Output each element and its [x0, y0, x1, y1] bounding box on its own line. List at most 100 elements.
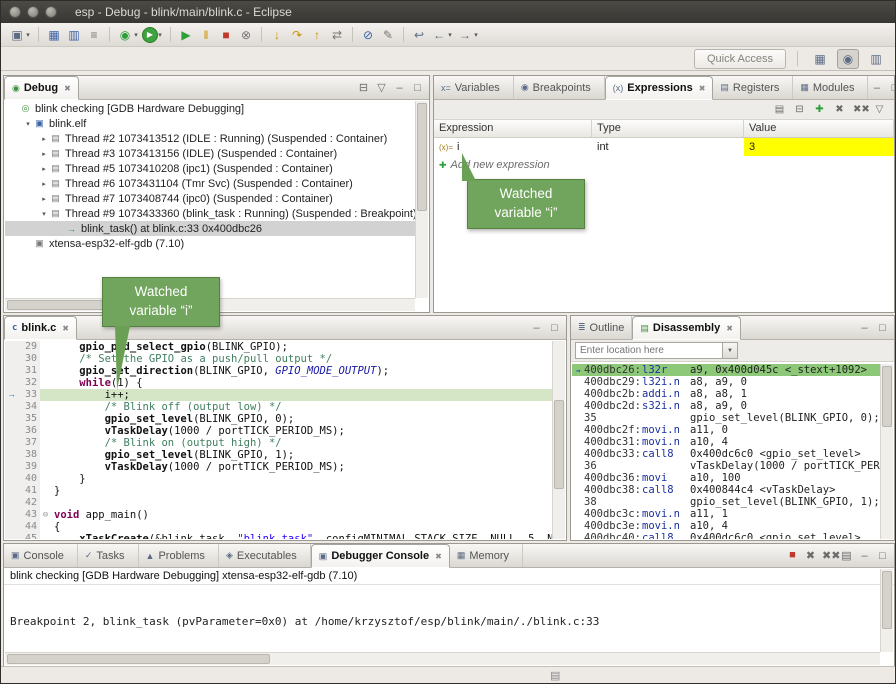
tab-variables[interactable]: x= Variables	[434, 76, 514, 99]
disassembly-line[interactable]: 38 gpio_set_level(BLINK_GPIO, 1);	[572, 496, 880, 508]
disassembly-line[interactable]: 400dbc2b: addi.n a8, a8, 1	[572, 388, 880, 400]
console-vertical-scrollbar[interactable]	[880, 569, 893, 652]
minimize-icon[interactable]: –	[870, 82, 883, 94]
save-icon[interactable]: ▦	[45, 26, 63, 44]
add-expression-row[interactable]: ✚Add new expression	[434, 156, 894, 174]
disassembly-line[interactable]: 400dbc40: call8 0x400dc6c0 <gpio_set_lev…	[572, 532, 880, 539]
column-type[interactable]: Type	[592, 120, 744, 137]
maximize-icon[interactable]: □	[876, 322, 889, 334]
debug-tree-item[interactable]: ▸ ▤ Thread #6 1073431104 (Tmr Svc) (Susp…	[5, 176, 415, 191]
close-icon[interactable]: ✖	[62, 324, 69, 333]
tab-outline[interactable]: ≣ Outline	[571, 316, 632, 339]
line-number[interactable]: 40	[18, 473, 40, 485]
remove-expression-icon[interactable]: ✖	[833, 104, 846, 115]
line-number[interactable]: 42	[18, 497, 40, 509]
tab-problems[interactable]: ▲ Problems	[139, 544, 219, 567]
disassembly-line[interactable]: 400dbc29: l32i.n a8, a9, 0	[572, 376, 880, 388]
maximize-icon[interactable]: □	[411, 82, 424, 94]
code-line[interactable]: 39 vTaskDelay(1000 / portTICK_PERIOD_MS)…	[5, 461, 552, 473]
line-number[interactable]: 29	[18, 341, 40, 353]
maximize-icon[interactable]: □	[888, 82, 896, 94]
debug-tree-item[interactable]: ▣ xtensa-esp32-elf-gdb (7.10)	[5, 236, 415, 251]
close-icon[interactable]: ✖	[726, 324, 733, 333]
suspend-icon[interactable]: ‖	[197, 26, 215, 44]
code-line[interactable]: 43 ⊖ void app_main()	[5, 509, 552, 521]
terminate-icon[interactable]: ■	[217, 26, 235, 44]
disassembly-line[interactable]: 400dbc36: movi a10, 100	[572, 472, 880, 484]
tree-expander-icon[interactable]: ▸	[39, 195, 49, 203]
save-all-icon[interactable]: ▥	[65, 26, 83, 44]
c-cpp-perspective-icon[interactable]: ▥	[865, 49, 887, 69]
disassembly-line[interactable]: → 400dbc26: l32r a9, 0x400d045c <_stext+…	[572, 364, 880, 376]
clear-console-icon[interactable]: ▤	[840, 549, 853, 562]
location-input[interactable]	[575, 342, 723, 359]
fold-marker-icon[interactable]: ⊖	[40, 510, 51, 520]
line-number[interactable]: 33	[18, 389, 40, 401]
debug-tree-item[interactable]: ◎ blink checking [GDB Hardware Debugging…	[5, 101, 415, 116]
tree-expander-icon[interactable]: ▸	[39, 180, 49, 188]
line-number[interactable]: 43	[18, 509, 40, 521]
quick-access-button[interactable]: Quick Access	[694, 49, 786, 69]
print-icon[interactable]: ≡	[85, 26, 103, 44]
tab-registers[interactable]: ▤ Registers	[713, 76, 793, 99]
disassembly-vertical-scrollbar[interactable]	[880, 364, 893, 539]
disassembly-line[interactable]: 400dbc38: call8 0x400844c4 <vTaskDelay>	[572, 484, 880, 496]
close-button[interactable]	[9, 6, 21, 18]
maximize-button[interactable]	[45, 6, 57, 18]
debug-tree-item[interactable]: ▸ ▤ Thread #7 1073408744 (ipc0) (Suspend…	[5, 191, 415, 206]
disassembly-line[interactable]: 36 vTaskDelay(1000 / portTICK_PERI	[572, 460, 880, 472]
open-perspective-icon[interactable]: ▦	[809, 49, 831, 69]
tab-breakpoints[interactable]: ◉ Breakpoints	[514, 76, 605, 99]
minimize-icon[interactable]: –	[858, 322, 871, 334]
line-number[interactable]: 36	[18, 425, 40, 437]
run-menu-chevron-icon[interactable]: ▾	[156, 26, 164, 44]
code-line[interactable]: 34 /* Blink off (output low) */	[5, 401, 552, 413]
debug-tree-item[interactable]: ▸ ▤ Thread #2 1073413512 (IDLE : Running…	[5, 131, 415, 146]
line-number[interactable]: 34	[18, 401, 40, 413]
tab-memory[interactable]: ▦ Memory	[450, 544, 523, 567]
close-icon[interactable]: ✖	[699, 84, 706, 93]
mark-occurrences-icon[interactable]: ✎	[379, 26, 397, 44]
disassembly-line[interactable]: 400dbc2d: s32i.n a8, a9, 0	[572, 400, 880, 412]
last-edit-location-icon[interactable]: ↩	[410, 26, 428, 44]
debug-tree-item[interactable]: ▾ ▣ blink.elf	[5, 116, 415, 131]
tree-expander-icon[interactable]: ▸	[39, 135, 49, 143]
maximize-icon[interactable]: □	[876, 550, 889, 562]
tab-tasks[interactable]: ✓ Tasks	[78, 544, 139, 567]
tab-blink-c[interactable]: c blink.c ✖	[4, 316, 77, 340]
location-dropdown-icon[interactable]: ▼	[723, 342, 738, 359]
debug-tree-item[interactable]: ▸ ▤ Thread #3 1073413156 (IDLE) (Suspend…	[5, 146, 415, 161]
code-line[interactable]: 31 gpio_set_direction(BLINK_GPIO, GPIO_M…	[5, 365, 552, 377]
code-line[interactable]: 37 /* Blink on (output high) */	[5, 437, 552, 449]
line-number[interactable]: 30	[18, 353, 40, 365]
remove-launch-icon[interactable]: ✖	[804, 549, 817, 562]
tab-disassembly[interactable]: ▤ Disassembly ✖	[632, 316, 740, 340]
expression-row[interactable]: (x)=i int 3	[434, 138, 894, 156]
remove-all-launches-icon[interactable]: ✖✖	[822, 549, 835, 562]
code-line[interactable]: 35 gpio_set_level(BLINK_GPIO, 0);	[5, 413, 552, 425]
tree-expander-icon[interactable]: ▸	[39, 165, 49, 173]
line-number[interactable]: 45	[18, 533, 40, 539]
line-number[interactable]: 32	[18, 377, 40, 389]
code-editor[interactable]: 29 gpio_pad_select_gpio(BLINK_GPIO); 30 …	[5, 341, 552, 539]
code-line[interactable]: 40 }	[5, 473, 552, 485]
code-line[interactable]: 45 xTaskCreate(&blink_task, "blink_task"…	[5, 533, 552, 539]
tab-debugger-console[interactable]: ▣ Debugger Console ✖	[311, 544, 450, 568]
instruction-stepping-icon[interactable]: ⇄	[328, 26, 346, 44]
tab-executables[interactable]: ◈ Executables	[219, 544, 311, 567]
editor-vertical-scrollbar[interactable]	[552, 341, 565, 539]
code-line[interactable]: 36 vTaskDelay(1000 / portTICK_PERIOD_MS)…	[5, 425, 552, 437]
console-horizontal-scrollbar[interactable]	[5, 652, 880, 665]
minimize-button[interactable]	[27, 6, 39, 18]
disconnect-icon[interactable]: ⊗	[237, 26, 255, 44]
column-expression[interactable]: Expression	[434, 120, 592, 137]
line-number[interactable]: 44	[18, 521, 40, 533]
tree-expander-icon[interactable]: ▾	[23, 120, 33, 128]
resume-icon[interactable]: ▶	[177, 26, 195, 44]
remove-all-expressions-icon[interactable]: ✖✖	[853, 104, 866, 115]
line-number[interactable]: 39	[18, 461, 40, 473]
line-number[interactable]: 37	[18, 437, 40, 449]
forward-menu-chevron-icon[interactable]: ▾	[472, 26, 480, 44]
debug-tree-item[interactable]: ▾ ▤ Thread #9 1073433360 (blink_task : R…	[5, 206, 415, 221]
disassembly-line[interactable]: 400dbc2f: movi.n a11, 0	[572, 424, 880, 436]
